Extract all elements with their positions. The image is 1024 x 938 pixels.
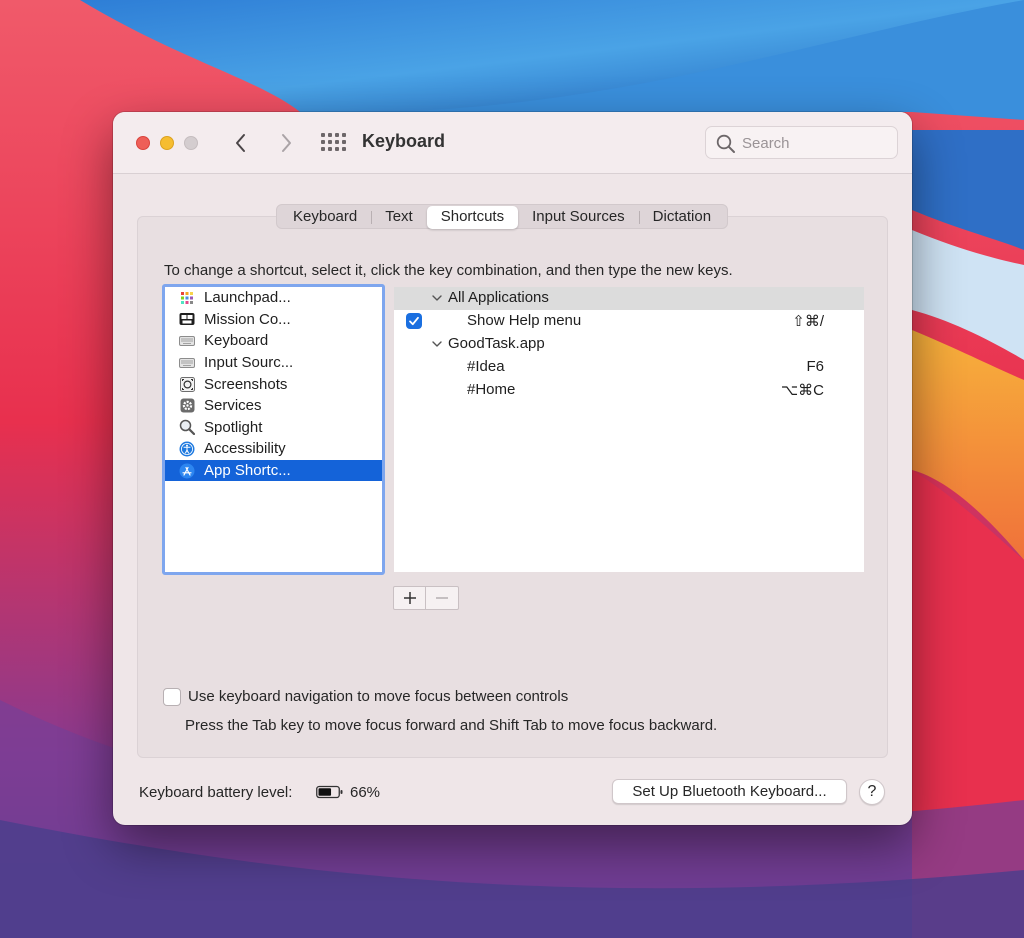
- category-label: Keyboard: [204, 332, 269, 350]
- category-spotlight[interactable]: Spotlight: [165, 417, 382, 439]
- category-label: App Shortc...: [204, 462, 291, 480]
- chevron-left-icon: [236, 134, 245, 152]
- zoom-window-button[interactable]: [184, 136, 198, 150]
- group-label: GoodTask.app: [448, 335, 545, 352]
- tab-keyboard[interactable]: Keyboard: [279, 206, 371, 229]
- battery-level-label: Keyboard battery level:: [139, 784, 293, 801]
- app-store-icon: [179, 463, 195, 479]
- plus-icon: [403, 592, 416, 604]
- enabled-checkbox[interactable]: [406, 313, 422, 329]
- back-button[interactable]: [229, 130, 253, 156]
- category-app-shortcuts[interactable]: App Shortc...: [165, 459, 382, 482]
- search-input[interactable]: [742, 133, 890, 153]
- tab-input-sources[interactable]: Input Sources: [518, 206, 639, 229]
- battery-icon: [316, 785, 343, 799]
- category-label: Screenshots: [204, 375, 288, 393]
- category-label: Services: [204, 397, 262, 415]
- battery-fill: [318, 788, 332, 796]
- shortcut-label: #Idea: [467, 358, 505, 375]
- category-input-sources[interactable]: Input Sourc...: [165, 352, 382, 374]
- minimize-window-button[interactable]: [160, 136, 174, 150]
- chevron-right-icon: [282, 134, 291, 152]
- shortcut-label: #Home: [467, 381, 516, 398]
- close-window-button[interactable]: [136, 136, 150, 150]
- shortcut-key[interactable]: ⌥⌘C: [781, 381, 824, 399]
- category-screenshots[interactable]: Screenshots: [165, 373, 382, 395]
- shortcut-list[interactable]: All Applications Show Help menu ⇧⌘/ Good…: [394, 287, 864, 572]
- services-gear-icon: [179, 398, 195, 414]
- chevron-down-icon[interactable]: [431, 338, 443, 350]
- tab-text[interactable]: Text: [371, 206, 427, 229]
- title-bar: Keyboard: [113, 112, 912, 174]
- shortcut-row-show-help-menu[interactable]: Show Help menu ⇧⌘/: [394, 310, 864, 333]
- forward-button[interactable]: [274, 130, 298, 156]
- launchpad-icon: [179, 290, 195, 306]
- category-label: Input Sourc...: [204, 354, 294, 372]
- minus-icon: [436, 597, 448, 599]
- group-row-goodtask[interactable]: GoodTask.app: [394, 333, 864, 356]
- battery-percent: 66%: [350, 784, 381, 801]
- group-row-all-applications[interactable]: All Applications: [394, 287, 864, 310]
- add-remove-control: [393, 586, 459, 610]
- tab-shortcuts[interactable]: Shortcuts: [426, 206, 519, 229]
- checkmark-icon: [409, 316, 419, 326]
- category-label: Accessibility: [204, 440, 286, 458]
- setup-bluetooth-keyboard-button[interactable]: Set Up Bluetooth Keyboard...: [612, 779, 847, 804]
- add-shortcut-button[interactable]: [394, 587, 426, 609]
- window-title: Keyboard: [362, 131, 446, 151]
- tab-bar: Keyboard Text Shortcuts Input Sources Di…: [276, 204, 729, 229]
- keyboard-navigation-description: Press the Tab key to move focus forward …: [185, 717, 718, 734]
- chevron-down-icon[interactable]: [431, 292, 443, 304]
- category-launchpad[interactable]: Launchpad...: [165, 287, 382, 309]
- category-label: Mission Co...: [204, 310, 291, 328]
- input-sources-icon: [179, 355, 195, 371]
- shortcut-row-idea[interactable]: #Idea F6: [394, 356, 864, 379]
- category-label: Spotlight: [204, 418, 263, 436]
- shortcut-label: Show Help menu: [467, 312, 582, 329]
- search-field[interactable]: [705, 126, 898, 159]
- shortcut-category-list[interactable]: Launchpad... Mission Co... Keyboard Inpu…: [162, 284, 385, 575]
- help-button[interactable]: ?: [859, 779, 885, 805]
- category-label: Launchpad...: [204, 289, 291, 307]
- shortcut-row-home[interactable]: #Home ⌥⌘C: [394, 379, 864, 402]
- shortcut-key[interactable]: ⇧⌘/: [792, 312, 824, 330]
- keyboard-navigation-label[interactable]: Use keyboard navigation to move focus be…: [188, 688, 568, 705]
- category-mission-control[interactable]: Mission Co...: [165, 309, 382, 331]
- system-preferences-window: Keyboard Keyboard Text Shortcuts Input S…: [113, 112, 912, 825]
- group-label: All Applications: [448, 289, 549, 306]
- category-accessibility[interactable]: Accessibility: [165, 438, 382, 460]
- shortcut-key[interactable]: F6: [806, 358, 824, 375]
- category-services[interactable]: Services: [165, 395, 382, 417]
- spotlight-magnifier-icon: [179, 419, 195, 436]
- category-keyboard[interactable]: Keyboard: [165, 330, 382, 352]
- show-all-grid-button[interactable]: [321, 133, 346, 153]
- remove-shortcut-button[interactable]: [426, 587, 458, 609]
- keyboard-navigation-checkbox[interactable]: [163, 688, 181, 706]
- tab-dictation[interactable]: Dictation: [638, 206, 725, 229]
- instruction-text: To change a shortcut, select it, click t…: [164, 262, 733, 279]
- mission-control-icon: [179, 311, 195, 327]
- search-icon: [716, 134, 735, 153]
- accessibility-icon: [179, 441, 195, 457]
- screenshots-icon: [179, 376, 195, 392]
- keyboard-icon: [179, 333, 195, 349]
